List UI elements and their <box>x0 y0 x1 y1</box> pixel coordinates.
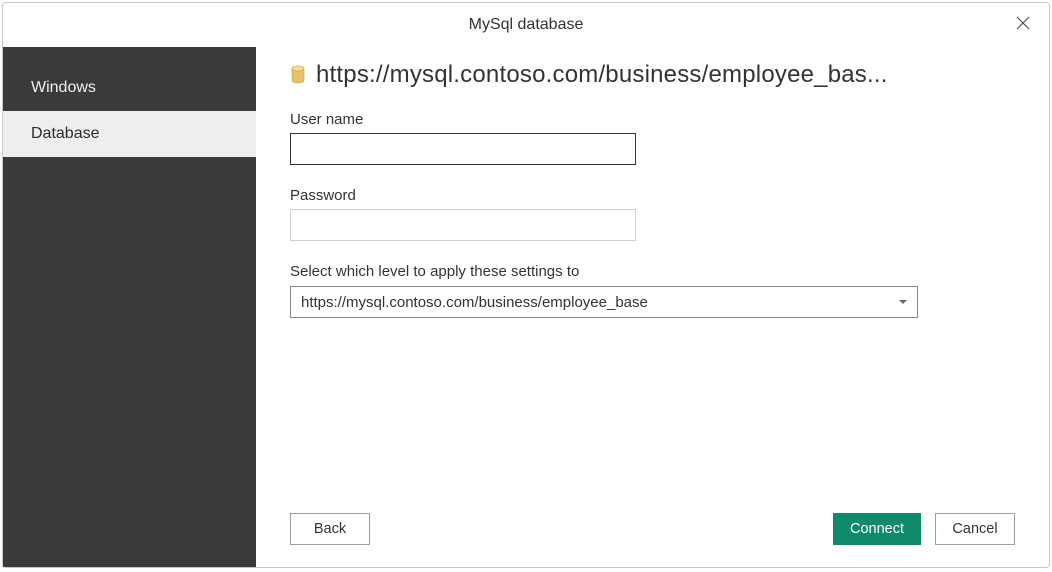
level-select[interactable]: https://mysql.contoso.com/business/emplo… <box>290 286 918 318</box>
sidebar-item-windows[interactable]: Windows <box>3 65 256 111</box>
username-label: User name <box>290 111 1015 128</box>
connection-header: https://mysql.contoso.com/business/emplo… <box>290 61 1015 89</box>
password-input[interactable] <box>290 209 636 241</box>
auth-method-sidebar: Windows Database <box>3 47 256 567</box>
connect-button[interactable]: Connect <box>833 513 921 545</box>
database-icon <box>290 65 306 85</box>
dialog-body: Windows Database https://mysql.contoso.c… <box>3 47 1049 567</box>
cancel-button[interactable]: Cancel <box>935 513 1015 545</box>
main-panel: https://mysql.contoso.com/business/emplo… <box>256 47 1049 567</box>
chevron-down-icon <box>899 300 907 304</box>
sidebar-item-database[interactable]: Database <box>3 111 256 157</box>
dialog-title: MySql database <box>469 16 584 34</box>
credentials-dialog: MySql database Windows Database <box>2 2 1050 568</box>
dialog-footer: Back Connect Cancel <box>290 513 1015 545</box>
connection-url: https://mysql.contoso.com/business/emplo… <box>316 61 1015 89</box>
close-button[interactable] <box>1011 13 1035 37</box>
username-input[interactable] <box>290 133 636 165</box>
close-icon <box>1015 15 1031 36</box>
titlebar: MySql database <box>3 3 1049 47</box>
sidebar-item-label: Database <box>31 125 100 143</box>
level-select-value: https://mysql.contoso.com/business/emplo… <box>301 294 648 311</box>
sidebar-item-label: Windows <box>31 79 96 97</box>
back-button[interactable]: Back <box>290 513 370 545</box>
level-label: Select which level to apply these settin… <box>290 263 1015 280</box>
password-label: Password <box>290 187 1015 204</box>
